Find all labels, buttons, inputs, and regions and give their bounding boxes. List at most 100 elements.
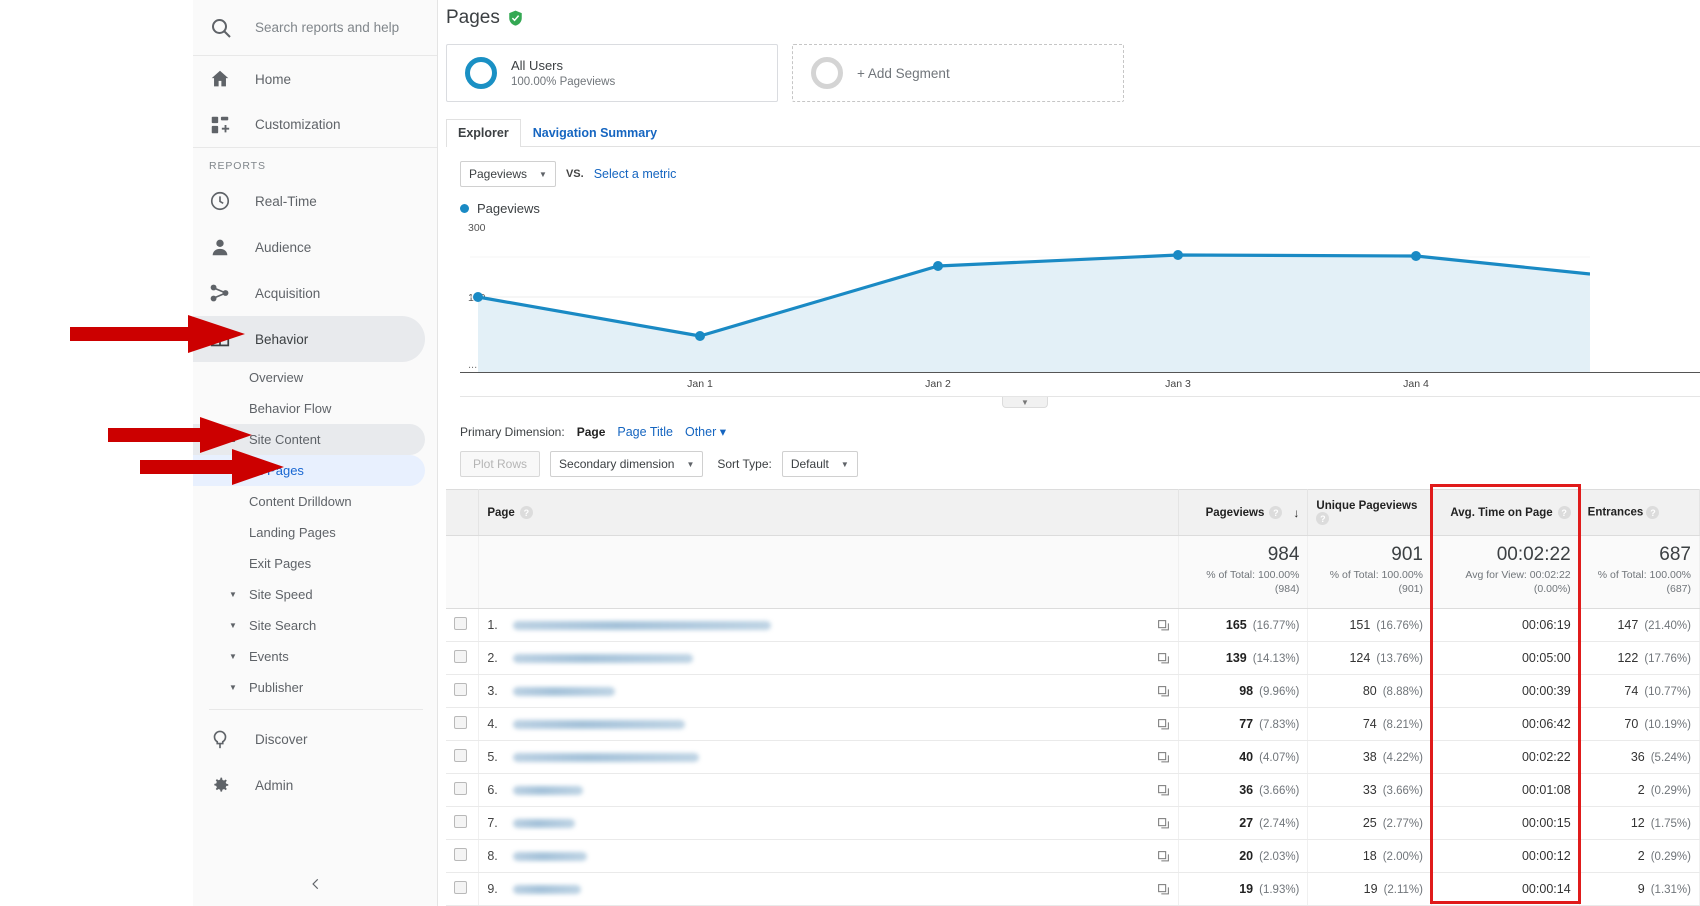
sidebar-item-customization[interactable]: Customization [193, 102, 437, 148]
sidebar-item-exit-pages[interactable]: Exit Pages [193, 548, 437, 579]
row-checkbox[interactable] [454, 815, 467, 829]
search-input[interactable]: Search reports and help [193, 0, 437, 56]
sort-type-value: Default [790, 457, 829, 471]
column-header-unique-pageviews[interactable]: Unique Pageviews ? [1307, 489, 1432, 536]
row-checkbox[interactable] [454, 749, 467, 763]
row-checkbox[interactable] [454, 617, 467, 631]
sidebar-item-discover[interactable]: Discover [193, 716, 437, 762]
row-checkbox[interactable] [454, 782, 467, 796]
sort-desc-icon[interactable]: ↓ [1293, 506, 1299, 520]
sidebar-item-admin[interactable]: Admin [193, 762, 437, 808]
sidebar-item-site-content[interactable]: ▲ Site Content [193, 424, 425, 455]
row-pageviews-cell: 36 (3.66%) [1178, 773, 1309, 808]
row-pageviews-cell: 19 (1.93%) [1178, 872, 1309, 906]
row-checkbox-cell[interactable] [446, 773, 480, 808]
row-unique-value: 33 [1362, 783, 1377, 798]
select-metric-link[interactable]: Select a metric [594, 167, 677, 181]
row-checkbox-cell[interactable] [446, 872, 480, 906]
metric-select[interactable]: Pageviews ▼ [460, 161, 556, 187]
sidebar-item-home[interactable]: Home [193, 56, 437, 102]
sidebar-item-behavior-flow[interactable]: Behavior Flow [193, 393, 437, 424]
open-page-icon[interactable] [1157, 784, 1170, 797]
row-checkbox-cell[interactable] [446, 641, 480, 676]
row-checkbox-cell[interactable] [446, 839, 480, 874]
column-header-entrances[interactable]: Entrances ? [1579, 489, 1700, 536]
row-page-cell: 4. [478, 707, 1180, 742]
open-page-icon[interactable] [1157, 652, 1170, 665]
tab-navigation-summary[interactable]: Navigation Summary [521, 119, 669, 147]
page-url-redacted[interactable] [513, 785, 584, 795]
secondary-dimension-select[interactable]: Secondary dimension ▼ [550, 451, 704, 477]
sidebar-item-events[interactable]: ▼ Events [193, 641, 437, 672]
primary-dimension-page-title[interactable]: Page Title [617, 425, 673, 439]
row-number: 5. [487, 750, 498, 765]
help-icon[interactable]: ? [519, 506, 533, 519]
page-url-redacted[interactable] [513, 818, 576, 828]
row-checkbox-cell[interactable] [446, 707, 480, 742]
primary-dimension-label: Primary Dimension: [460, 424, 565, 439]
page-url-redacted[interactable] [513, 719, 686, 729]
row-checkbox[interactable] [454, 881, 467, 895]
primary-dimension-page[interactable]: Page [577, 425, 606, 439]
help-icon[interactable]: ? [1269, 506, 1283, 519]
help-icon[interactable]: ? [1646, 506, 1660, 519]
page-url-redacted[interactable] [513, 620, 772, 630]
table-header-row: Page ? Pageviews ? ↓ Unique Pageviews ? … [446, 489, 1700, 536]
row-unique-pageviews-cell: 19 (2.11%) [1307, 872, 1432, 906]
open-page-icon[interactable] [1157, 685, 1170, 698]
row-unique-pct: (8.21%) [1382, 719, 1423, 732]
chevron-down-icon: ▼ [229, 683, 237, 692]
row-checkbox-cell[interactable] [446, 806, 480, 841]
open-page-icon[interactable] [1157, 751, 1170, 764]
row-entrances-cell: 36 (5.24%) [1579, 740, 1700, 775]
sidebar-item-label: Admin [255, 777, 294, 793]
page-url-redacted[interactable] [513, 686, 616, 696]
chart-expand-handle[interactable]: ▼ [1002, 397, 1048, 408]
primary-dimension-other[interactable]: Other ▾ [685, 424, 726, 439]
help-icon[interactable]: ? [1557, 506, 1571, 519]
sort-type-select[interactable]: Default ▼ [781, 451, 858, 477]
column-label: Entrances [1587, 506, 1644, 519]
sidebar-item-audience[interactable]: Audience [193, 224, 437, 270]
row-checkbox-cell[interactable] [446, 740, 480, 775]
row-pageviews-value: 98 [1239, 684, 1254, 699]
row-checkbox-cell[interactable] [446, 608, 480, 643]
row-pageviews-cell: 77 (7.83%) [1178, 707, 1309, 742]
open-page-icon[interactable] [1157, 850, 1170, 863]
column-header-page[interactable]: Page ? [478, 489, 1180, 536]
column-header-avg-time-on-page[interactable]: Avg. Time on Page ? [1431, 489, 1580, 536]
page-url-redacted[interactable] [513, 884, 582, 894]
segment-all-users[interactable]: All Users 100.00% Pageviews [446, 44, 778, 102]
sidebar-item-publisher[interactable]: ▼ Publisher [193, 672, 437, 703]
open-page-icon[interactable] [1157, 619, 1170, 632]
sidebar-item-behavior[interactable]: Behavior [193, 316, 425, 362]
sidebar-item-site-search[interactable]: ▼ Site Search [193, 610, 437, 641]
page-url-redacted[interactable] [513, 752, 700, 762]
row-checkbox[interactable] [454, 848, 467, 862]
sidebar-item-acquisition[interactable]: Acquisition [193, 270, 437, 316]
row-checkbox[interactable] [454, 716, 467, 730]
tab-explorer[interactable]: Explorer [446, 119, 521, 147]
sidebar-item-content-drilldown[interactable]: Content Drilldown [193, 486, 437, 517]
add-segment-button[interactable]: + Add Segment [792, 44, 1124, 102]
sidebar-item-realtime[interactable]: Real-Time [193, 178, 437, 224]
summary-detail-line2: (901) [1398, 583, 1423, 596]
open-page-icon[interactable] [1157, 883, 1170, 896]
page-url-redacted[interactable] [513, 851, 588, 861]
row-checkbox[interactable] [454, 650, 467, 664]
row-checkbox[interactable] [454, 683, 467, 697]
page-url-redacted[interactable] [513, 653, 694, 663]
row-checkbox-cell[interactable] [446, 674, 480, 709]
sidebar-collapse-button[interactable] [193, 862, 438, 906]
sidebar-item-all-pages[interactable]: All Pages [193, 455, 425, 486]
column-header-pageviews[interactable]: Pageviews ? ↓ [1178, 489, 1309, 536]
open-page-icon[interactable] [1157, 817, 1170, 830]
plot-rows-button[interactable]: Plot Rows [460, 451, 541, 477]
sidebar-item-site-speed[interactable]: ▼ Site Speed [193, 579, 437, 610]
open-page-icon[interactable] [1157, 718, 1170, 731]
sidebar-item-landing-pages[interactable]: Landing Pages [193, 517, 437, 548]
row-pageviews-pct: (7.83%) [1259, 719, 1300, 732]
help-icon[interactable]: ? [1316, 512, 1330, 525]
sidebar-item-overview[interactable]: Overview [193, 362, 437, 393]
chevron-down-icon: ▼ [539, 169, 547, 179]
